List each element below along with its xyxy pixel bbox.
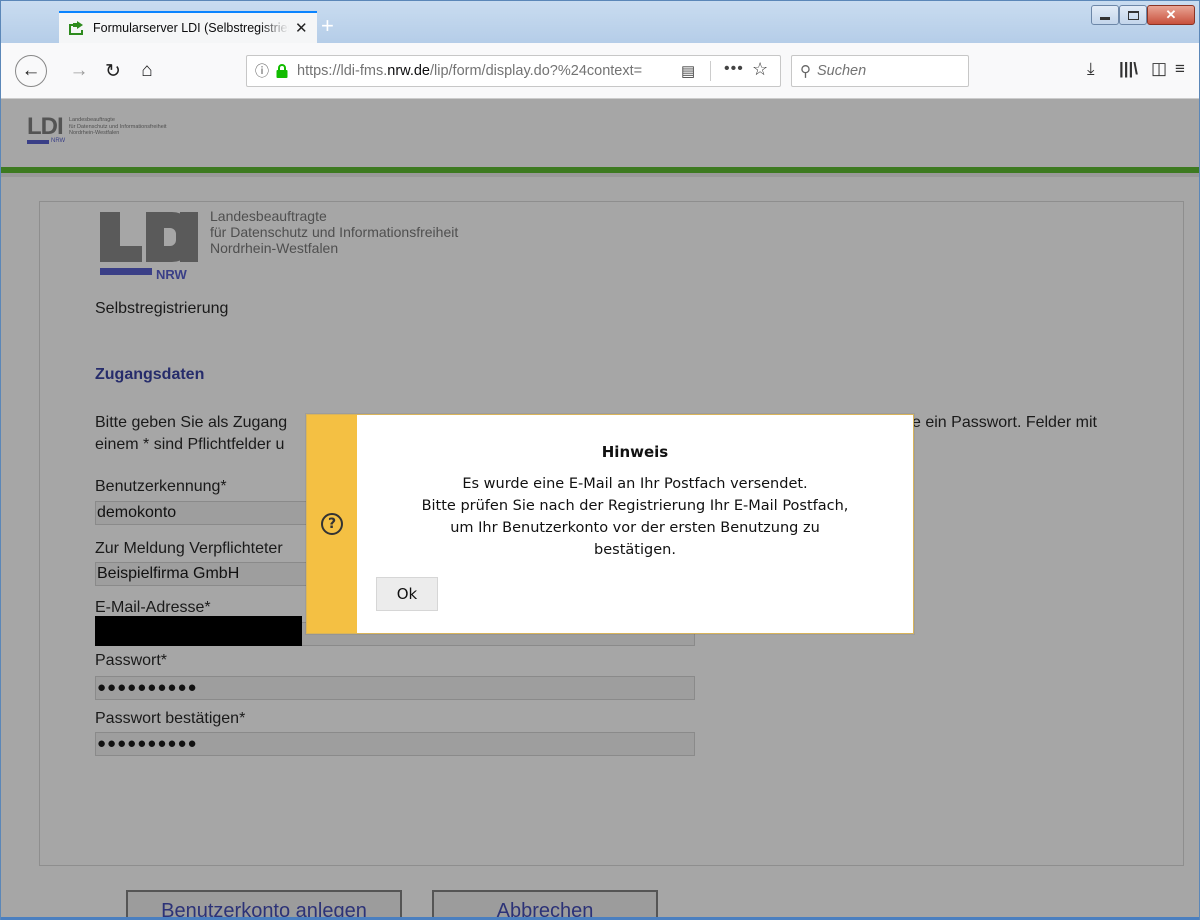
section-heading: Zugangsdaten bbox=[95, 366, 205, 383]
header-logo[interactable]: LDI NRW bbox=[27, 113, 66, 144]
close-window-button[interactable]: ✕ bbox=[1147, 5, 1195, 25]
browser-window: Formularserver LDI (Selbstregistrierung)… bbox=[0, 0, 1200, 920]
browser-tab[interactable]: Formularserver LDI (Selbstregistrierung)… bbox=[59, 11, 317, 43]
header-logo-nrw: NRW bbox=[51, 138, 66, 144]
reload-icon[interactable]: ↻ bbox=[99, 57, 127, 85]
more-dots-icon[interactable]: ••• bbox=[724, 60, 744, 78]
title-bar: Formularserver LDI (Selbstregistrierung)… bbox=[1, 1, 1199, 43]
cancel-button[interactable]: Abbrechen bbox=[432, 890, 658, 920]
favicon-icon bbox=[67, 20, 85, 36]
url-text: https://ldi-fms.nrw.de/lip/form/display.… bbox=[297, 63, 643, 79]
header-logo-text: LDI bbox=[27, 113, 64, 140]
page-title: Selbstregistrierung bbox=[95, 300, 229, 317]
library-icon[interactable]: |||\ bbox=[1119, 59, 1138, 79]
dialog-message: Es wurde eine E-Mail an Ihr Postfach ver… bbox=[421, 476, 849, 558]
search-placeholder: Suchen bbox=[817, 63, 867, 79]
redaction-block bbox=[95, 616, 302, 646]
header-shadow bbox=[1, 173, 1199, 177]
new-tab-icon[interactable]: + bbox=[321, 13, 334, 39]
search-icon: ⚲ bbox=[800, 63, 811, 80]
minimize-button[interactable] bbox=[1091, 5, 1119, 25]
reader-view-icon[interactable]: ▤ bbox=[681, 62, 695, 80]
back-arrow-icon[interactable]: ← bbox=[15, 55, 47, 87]
email-label: E-Mail-Adresse* bbox=[95, 599, 211, 616]
question-circle-icon: ? bbox=[321, 513, 343, 535]
close-tab-icon[interactable]: ✕ bbox=[295, 19, 308, 37]
info-icon[interactable]: ⓘ bbox=[255, 61, 269, 81]
ldi-logo: NRW bbox=[100, 210, 210, 284]
company-label: Zur Meldung Verpflichteter bbox=[95, 540, 283, 557]
hamburger-menu-icon[interactable]: ≡ bbox=[1175, 59, 1185, 79]
tab-title: Formularserver LDI (Selbstregistrierung) bbox=[93, 21, 289, 35]
sidebar-icon[interactable]: ◫ bbox=[1151, 59, 1167, 79]
navigation-toolbar: ← → ↻ ⌂ ⓘ https://ldi-fms.nrw.de/lip/for… bbox=[1, 43, 1199, 99]
username-label: Benutzerkennung* bbox=[95, 478, 227, 495]
notice-dialog: ? Hinweis Es wurde eine E-Mail an Ihr Po… bbox=[306, 414, 914, 634]
url-separator bbox=[710, 61, 711, 81]
lock-icon bbox=[275, 64, 289, 78]
logo-caption: Landesbeauftragte für Datenschutz und In… bbox=[210, 208, 459, 256]
site-header: LDI NRW Landesbeauftragte für Datenschut… bbox=[1, 99, 1199, 167]
download-icon[interactable]: ⤓ bbox=[1087, 59, 1095, 79]
search-bar[interactable]: ⚲ Suchen bbox=[791, 55, 969, 87]
logo-nrw: NRW bbox=[156, 267, 187, 282]
dialog-accent-bar: ? bbox=[307, 415, 357, 633]
password-confirm-field[interactable]: ●●●●●●●●●● bbox=[95, 732, 695, 756]
password-field[interactable]: ●●●●●●●●●● bbox=[95, 676, 695, 700]
ok-button[interactable]: Ok bbox=[376, 577, 438, 611]
password-label: Passwort* bbox=[95, 652, 168, 669]
dialog-title: Hinweis bbox=[601, 443, 669, 461]
header-logo-caption: Landesbeauftragte für Datenschutz und In… bbox=[69, 117, 167, 136]
star-icon[interactable]: ☆ bbox=[752, 59, 768, 80]
maximize-button[interactable] bbox=[1119, 5, 1147, 25]
url-bar[interactable]: ⓘ https://ldi-fms.nrw.de/lip/form/displa… bbox=[246, 55, 781, 87]
home-icon[interactable]: ⌂ bbox=[133, 57, 161, 85]
password-confirm-label: Passwort bestätigen* bbox=[95, 710, 246, 727]
forward-arrow-icon[interactable]: → bbox=[65, 57, 93, 85]
create-account-button[interactable]: Benutzerkonto anlegen bbox=[126, 890, 402, 920]
